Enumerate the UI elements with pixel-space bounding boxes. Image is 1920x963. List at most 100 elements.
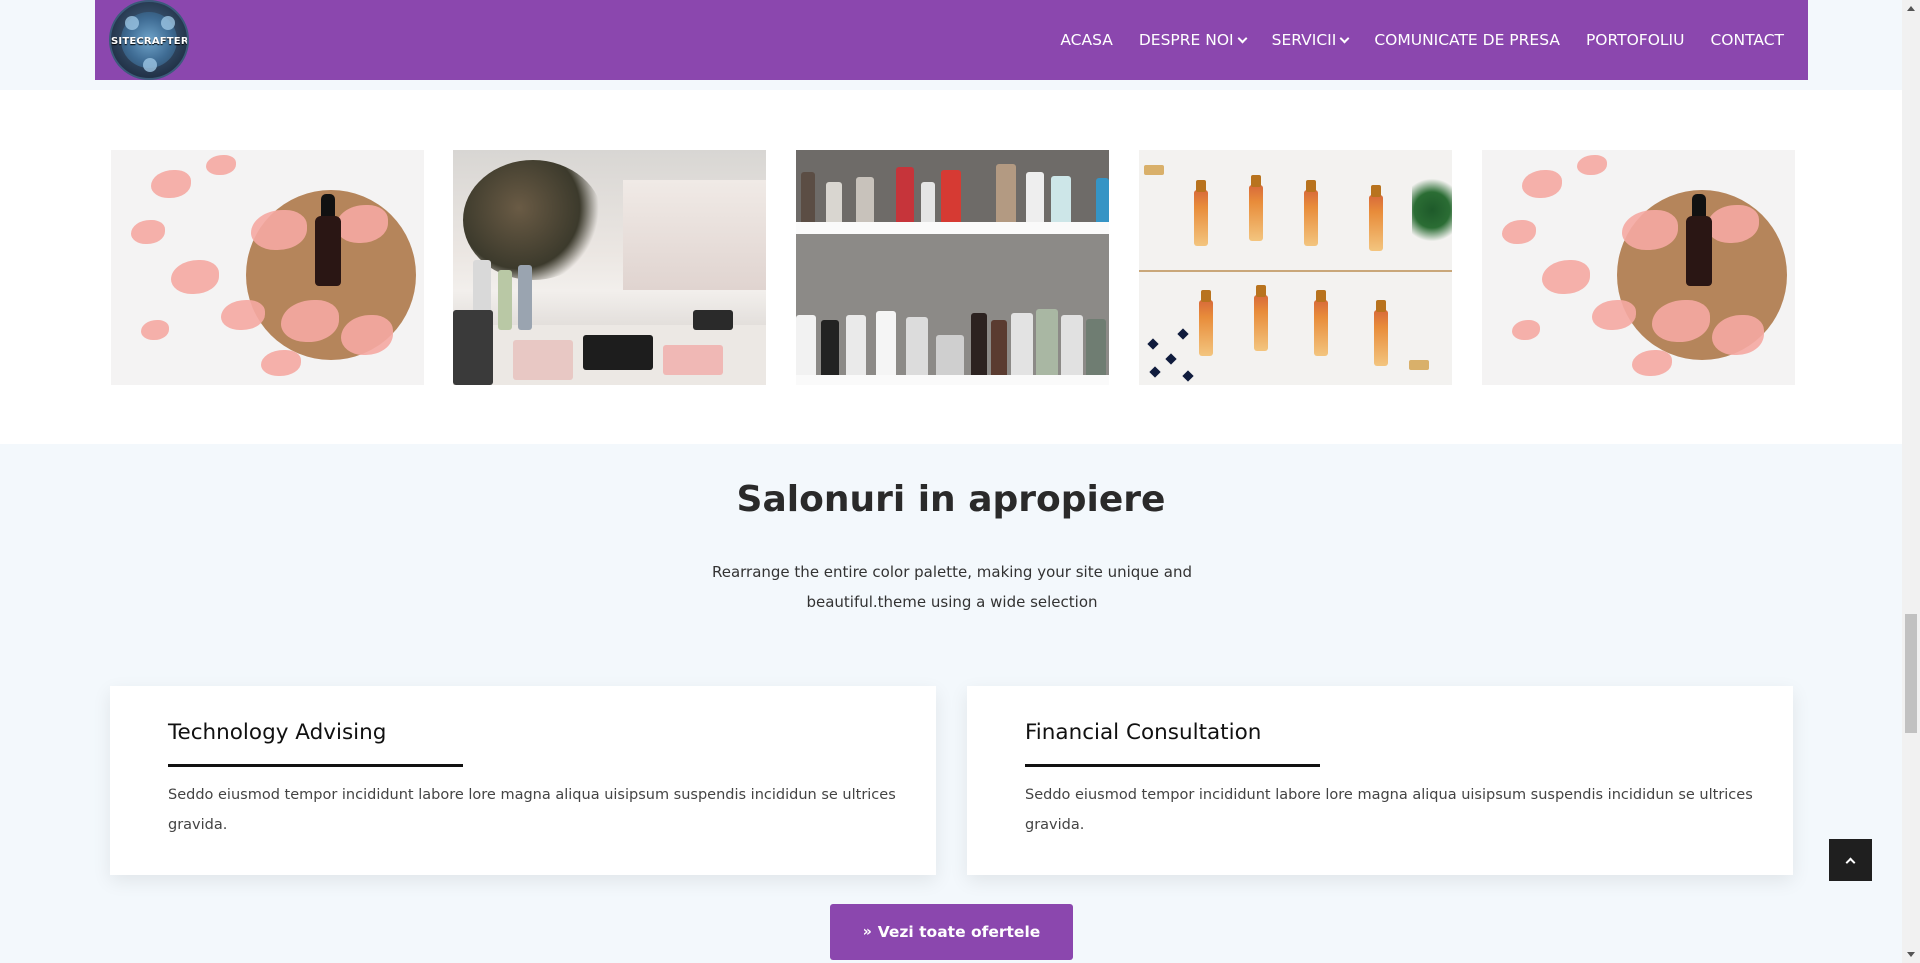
product-card bbox=[583, 335, 653, 370]
oil-vial bbox=[1199, 290, 1213, 356]
product bbox=[906, 317, 928, 375]
petal bbox=[1577, 155, 1607, 175]
shelf-board bbox=[796, 222, 1109, 234]
chevron-up-icon bbox=[1845, 857, 1856, 867]
gallery-image-rose-oil[interactable] bbox=[1482, 150, 1795, 385]
product bbox=[1036, 309, 1058, 375]
product-pad bbox=[513, 340, 573, 380]
product-pad bbox=[663, 345, 723, 375]
product bbox=[821, 320, 839, 375]
gallery-section bbox=[0, 90, 1902, 444]
petal bbox=[1522, 170, 1562, 198]
petal bbox=[171, 260, 219, 294]
oil-vial bbox=[1254, 285, 1268, 351]
product bbox=[996, 164, 1016, 222]
product bbox=[826, 182, 842, 222]
gallery-image-rose-oil[interactable] bbox=[111, 150, 424, 385]
scrollbar-thumb[interactable] bbox=[1905, 614, 1917, 733]
nav-item-label: SERVICII bbox=[1271, 31, 1337, 49]
chevron-down-icon bbox=[1237, 33, 1248, 43]
page-scrollbar[interactable] bbox=[1902, 0, 1920, 963]
oil-bottle bbox=[1686, 216, 1712, 286]
card-title: Financial Consultation bbox=[1025, 720, 1262, 745]
product bbox=[936, 335, 964, 375]
star-confetti bbox=[1149, 366, 1161, 378]
nav-item-label: DESPRE NOI bbox=[1138, 31, 1234, 49]
gallery-image-cosmetics-shop[interactable] bbox=[453, 150, 766, 385]
main-nav: ACASA DESPRE NOI SERVICII COMUNICATE DE … bbox=[1060, 0, 1808, 80]
nav-item-label: CONTACT bbox=[1710, 31, 1784, 49]
logo-gear-icon bbox=[125, 16, 139, 30]
nav-item-acasa[interactable]: ACASA bbox=[1060, 31, 1113, 49]
site-header: SITECRAFTER ACASA DESPRE NOI SERVICII CO… bbox=[95, 0, 1808, 80]
product bbox=[876, 311, 896, 375]
logo-text: SITECRAFTER bbox=[111, 36, 189, 47]
product bbox=[1026, 172, 1044, 222]
service-card: Financial Consultation Seddo eiusmod tem… bbox=[967, 686, 1793, 875]
scroll-to-top-button[interactable] bbox=[1829, 839, 1872, 881]
clothespin bbox=[1144, 165, 1164, 175]
nav-item-contact[interactable]: CONTACT bbox=[1710, 31, 1784, 49]
oil-vial bbox=[1374, 300, 1388, 366]
clothespin bbox=[1409, 360, 1429, 370]
product bbox=[1011, 313, 1033, 375]
petal bbox=[1512, 320, 1540, 340]
petal bbox=[1632, 350, 1672, 376]
petal bbox=[1592, 300, 1636, 330]
double-chevron-right-icon: » bbox=[862, 924, 872, 940]
product bbox=[1051, 176, 1071, 222]
product bbox=[846, 315, 866, 375]
product bbox=[1086, 319, 1106, 375]
product-box bbox=[453, 310, 493, 385]
oil-vial bbox=[1249, 175, 1263, 241]
oil-vial bbox=[1304, 180, 1318, 246]
view-all-offers-button[interactable]: » Vezi toate ofertele bbox=[830, 904, 1073, 960]
product bbox=[1096, 178, 1109, 222]
petal bbox=[261, 350, 301, 376]
star-confetti bbox=[1182, 370, 1194, 382]
petal bbox=[1542, 260, 1590, 294]
gallery-image-product-shelf[interactable] bbox=[796, 150, 1109, 385]
petal bbox=[341, 315, 393, 355]
nav-item-servicii[interactable]: SERVICII bbox=[1271, 31, 1350, 49]
gallery-image-oil-vials[interactable] bbox=[1139, 150, 1452, 385]
top-row bbox=[796, 150, 1109, 222]
oil-bottle bbox=[315, 216, 341, 286]
green-sequins bbox=[1412, 170, 1452, 250]
nav-item-label: COMUNICATE DE PRESA bbox=[1374, 31, 1560, 49]
section-subtitle: Rearrange the entire color palette, maki… bbox=[711, 563, 1193, 611]
star-confetti bbox=[1165, 353, 1177, 365]
petal bbox=[131, 220, 165, 244]
petal bbox=[206, 155, 236, 175]
petal bbox=[151, 170, 191, 198]
site-logo[interactable]: SITECRAFTER bbox=[109, 0, 189, 80]
product-bottle bbox=[518, 265, 532, 330]
petal bbox=[141, 320, 169, 340]
logo-gear-icon bbox=[161, 16, 175, 30]
oil-vial bbox=[1194, 180, 1208, 246]
scroll-up-arrow-icon[interactable] bbox=[1907, 6, 1915, 11]
nav-item-comunicate-de-presa[interactable]: COMUNICATE DE PRESA bbox=[1374, 31, 1560, 49]
star-confetti bbox=[1177, 328, 1189, 340]
product bbox=[921, 182, 935, 222]
card-divider bbox=[1025, 764, 1320, 767]
star-confetti bbox=[1147, 338, 1159, 350]
card-text: Seddo eiusmod tempor incididunt labore l… bbox=[168, 787, 896, 833]
petal bbox=[1502, 220, 1536, 244]
chevron-down-icon bbox=[1339, 33, 1350, 43]
product bbox=[896, 167, 914, 222]
nav-item-despre-noi[interactable]: DESPRE NOI bbox=[1138, 31, 1248, 49]
shelf-board bbox=[796, 375, 1109, 385]
nav-item-portofoliu[interactable]: PORTOFOLIU bbox=[1586, 31, 1685, 49]
product bbox=[941, 170, 961, 222]
card-title: Technology Advising bbox=[168, 720, 387, 745]
oil-vial bbox=[1314, 290, 1328, 356]
service-card: Technology Advising Seddo eiusmod tempor… bbox=[110, 686, 936, 875]
twine bbox=[1139, 270, 1452, 272]
card-divider bbox=[168, 764, 463, 767]
product bbox=[796, 315, 816, 375]
product bbox=[991, 320, 1007, 375]
scroll-down-arrow-icon[interactable] bbox=[1907, 952, 1915, 957]
petal bbox=[1712, 315, 1764, 355]
product bbox=[856, 177, 874, 222]
